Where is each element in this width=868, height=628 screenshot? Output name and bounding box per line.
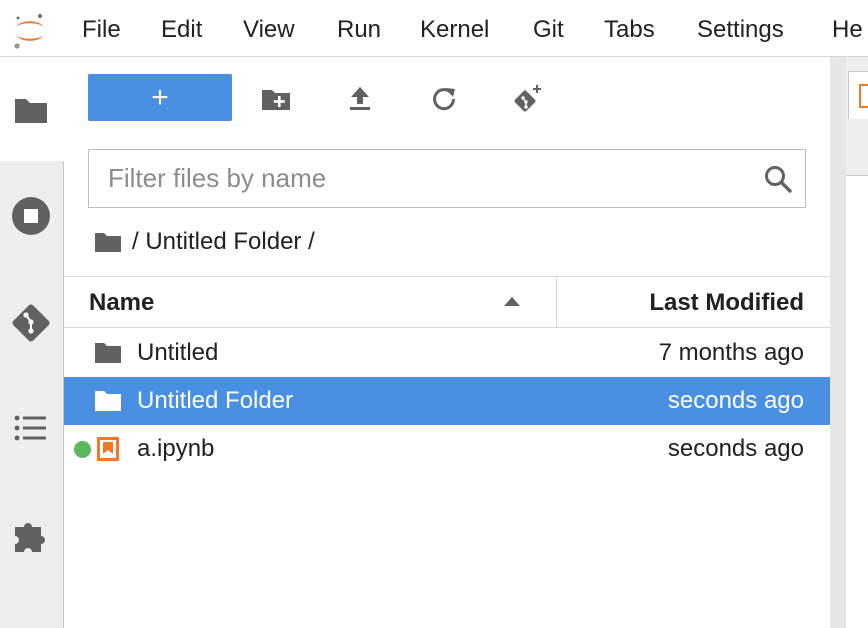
column-modified-header[interactable]: Last Modified [649, 289, 804, 317]
file-modified: 7 months ago [658, 339, 804, 366]
column-divider[interactable] [556, 277, 557, 327]
file-row-a-ipynb[interactable]: a.ipynb seconds ago [64, 425, 830, 473]
file-row-untitled[interactable]: Untitled 7 months ago [64, 329, 830, 377]
menu-file[interactable]: File [82, 16, 121, 44]
menu-kernel[interactable]: Kernel [420, 16, 489, 44]
running-indicator-icon [74, 441, 91, 458]
file-modified: seconds ago [667, 435, 804, 462]
menu-tabs[interactable]: Tabs [604, 16, 655, 44]
sidebar-tab-toc[interactable] [8, 405, 54, 451]
main-tab-bar [846, 57, 868, 176]
menu-view[interactable]: View [243, 16, 295, 44]
file-modified: seconds ago [667, 387, 804, 414]
sidebar-tab-file-browser[interactable] [8, 87, 54, 133]
file-name: a.ipynb [137, 435, 215, 462]
home-folder-icon[interactable] [94, 230, 122, 254]
git-icon [12, 304, 50, 342]
new-folder-button[interactable] [260, 83, 292, 115]
stop-circle-icon [12, 197, 50, 235]
jupyter-logo-icon[interactable] [10, 11, 50, 51]
plus-icon: + [151, 80, 169, 114]
file-list-header: Name Last Modified [64, 276, 830, 328]
filter-input[interactable] [89, 150, 749, 207]
sidebar-tab-git[interactable] [8, 300, 54, 346]
sidebar-tab-extensions[interactable] [8, 513, 54, 559]
panel-splitter[interactable] [830, 57, 846, 628]
breadcrumb-path[interactable]: / Untitled Folder / [132, 228, 315, 256]
file-row-untitled-folder[interactable]: Untitled Folder seconds ago [64, 377, 830, 425]
search-icon[interactable] [763, 164, 793, 194]
refresh-icon [433, 88, 456, 111]
sort-ascending-icon[interactable] [504, 296, 520, 306]
column-name-header[interactable]: Name [89, 289, 154, 317]
folder-icon [95, 343, 121, 363]
file-browser-panel: + Filter files by name / Untitled Folder… [64, 57, 830, 628]
list-icon [14, 415, 46, 441]
filter-box [88, 149, 806, 208]
new-folder-icon [262, 90, 290, 110]
file-name: Untitled [137, 339, 219, 366]
folder-icon [95, 391, 121, 411]
git-clone-icon [514, 85, 541, 112]
refresh-button[interactable] [428, 83, 460, 115]
new-launcher-button[interactable]: + [88, 74, 232, 121]
menu-settings[interactable]: Settings [697, 16, 784, 44]
main-tab[interactable] [848, 71, 868, 119]
git-clone-button[interactable] [512, 83, 544, 115]
upload-button[interactable] [344, 83, 376, 115]
puzzle-icon [15, 523, 45, 552]
folder-icon [15, 99, 47, 123]
breadcrumb: / Untitled Folder / [94, 227, 315, 257]
main-dock-area [846, 57, 868, 628]
file-name: Untitled Folder [137, 387, 294, 414]
notebook-tab-icon [859, 84, 868, 108]
menu-help[interactable]: He [832, 16, 863, 44]
sidebar-tab-running[interactable] [8, 193, 54, 239]
upload-icon [350, 87, 370, 110]
menu-git[interactable]: Git [533, 16, 564, 44]
menu-bar: File Edit View Run Kernel Git Tabs Setti… [0, 0, 868, 57]
left-sidebar [0, 57, 64, 628]
menu-edit[interactable]: Edit [161, 16, 202, 44]
notebook-icon [97, 437, 119, 461]
menu-run[interactable]: Run [337, 16, 381, 44]
